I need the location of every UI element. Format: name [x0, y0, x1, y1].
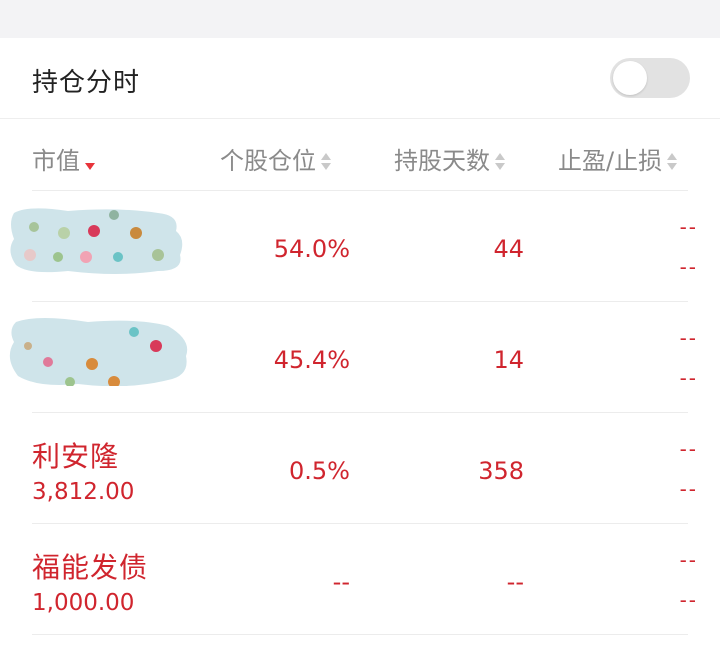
table-row[interactable]: 54.0% 44 -- --	[0, 191, 720, 302]
divider	[32, 634, 688, 635]
position-percent: 45.4%	[273, 346, 350, 374]
column-tp-sl-label: 止盈/止损	[558, 147, 663, 175]
position-percent: --	[332, 568, 350, 596]
column-position[interactable]: 个股仓位	[220, 141, 332, 176]
column-position-label: 个股仓位	[220, 147, 316, 175]
column-market-value[interactable]: 市值	[32, 141, 96, 176]
obscured-stock-name-blob	[10, 208, 183, 274]
stock-name: 福能发债	[32, 551, 149, 584]
table-row[interactable]: 45.4% 14 -- --	[0, 302, 720, 413]
holding-days: 14	[493, 346, 524, 374]
take-profit: --	[679, 326, 698, 350]
position-percent: 54.0%	[273, 235, 350, 263]
table-row[interactable]: 利安隆 3,812.00 0.5% 358 -- --	[0, 413, 720, 524]
stop-loss: --	[679, 477, 698, 501]
table-row[interactable]: 福能发债 1,000.00 -- -- -- --	[0, 524, 720, 635]
sort-desc-icon	[84, 151, 96, 173]
toggle-knob	[613, 61, 647, 95]
sort-icon	[666, 151, 678, 173]
holdings-timeshare-bar: 持仓分时	[0, 38, 720, 119]
take-profit: --	[679, 548, 698, 572]
stop-loss: --	[679, 255, 698, 279]
holdings-timeshare-toggle[interactable]	[610, 58, 690, 98]
stop-loss: --	[679, 366, 698, 390]
sort-icon	[320, 151, 332, 173]
holdings-timeshare-title: 持仓分时	[32, 68, 141, 98]
holding-days: --	[506, 568, 524, 596]
obscured-stock-name-blob	[9, 318, 188, 386]
top-spacer	[0, 0, 720, 38]
column-holding-days-label: 持股天数	[394, 147, 490, 175]
holding-days: 358	[478, 457, 524, 485]
stop-loss: --	[679, 588, 698, 612]
take-profit: --	[679, 437, 698, 461]
column-holding-days[interactable]: 持股天数	[394, 141, 506, 176]
holding-days: 44	[493, 235, 524, 263]
market-value: 3,812.00	[32, 479, 135, 505]
stock-name: 利安隆	[32, 440, 120, 473]
market-value: 1,000.00	[32, 590, 135, 616]
sort-icon	[494, 151, 506, 173]
table-header: 市值 个股仓位 持股天数 止盈/止损	[0, 119, 720, 191]
column-tp-sl[interactable]: 止盈/止损	[558, 141, 678, 176]
take-profit: --	[679, 215, 698, 239]
position-percent: 0.5%	[289, 457, 350, 485]
column-market-value-label: 市值	[32, 147, 80, 175]
